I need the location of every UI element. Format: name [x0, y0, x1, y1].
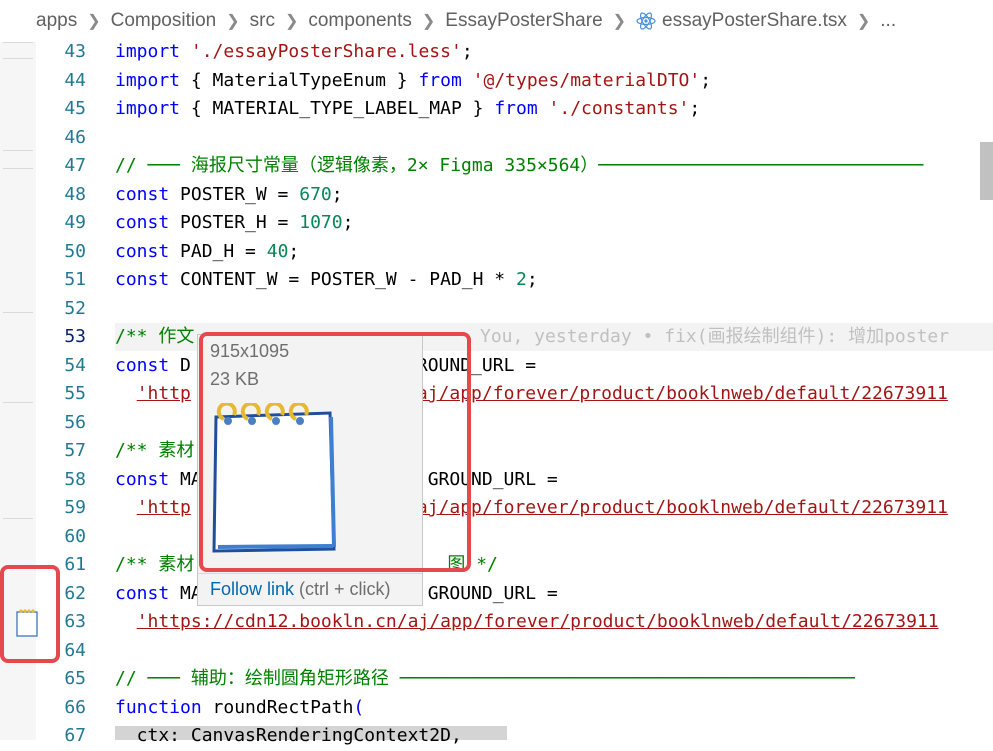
code-line[interactable]: ctx: CanvasRenderingContext2D,	[115, 722, 462, 751]
chevron-right-icon: ❯	[226, 13, 240, 30]
code-url[interactable]: 'https://cdn12.bookln.cn/aj/app/forever/…	[115, 608, 939, 637]
chevron-right-icon: ❯	[284, 13, 299, 30]
line-number: 59	[64, 497, 86, 518]
git-blame-annotation: You, yesterday • fix(画报绘制组件): 增加poster	[480, 326, 950, 347]
code-line[interactable]: const PAD_H = 40;	[115, 238, 299, 267]
follow-link[interactable]: Follow link	[210, 579, 294, 599]
line-number: 52	[64, 298, 86, 319]
annotation-highlight-box	[0, 565, 60, 663]
line-number: 49	[64, 212, 86, 233]
hover-footer: Follow link (ctrl + click)	[198, 573, 422, 605]
line-number: 46	[64, 127, 86, 148]
breadcrumb-item-essayposter[interactable]: EssayPosterShare	[445, 10, 602, 32]
line-number: 48	[64, 184, 86, 205]
line-number: 65	[64, 668, 86, 689]
line-number: 66	[64, 697, 86, 718]
chevron-right-icon: ❯	[856, 13, 871, 30]
code-comment[interactable]: /** 作文	[115, 323, 194, 352]
breadcrumb-item-components[interactable]: components	[308, 10, 412, 32]
code-line[interactable]: const POSTER_W = 670;	[115, 181, 343, 210]
follow-link-shortcut: (ctrl + click)	[294, 579, 391, 599]
breadcrumb-item-file[interactable]: essayPosterShare.tsx	[662, 10, 847, 32]
code-line[interactable]: import './essayPosterShare.less';	[115, 38, 473, 67]
scrollbar-thumb[interactable]	[980, 142, 993, 200]
line-number: 43	[64, 41, 86, 62]
chevron-right-icon: ❯	[421, 13, 436, 30]
line-number: 54	[64, 355, 86, 376]
code-line[interactable]: const POSTER_H = 1070;	[115, 209, 353, 238]
code-line[interactable]: import { MaterialTypeEnum } from '@/type…	[115, 67, 711, 96]
breadcrumb: apps ❯ Composition ❯ src ❯ components ❯ …	[0, 0, 993, 42]
line-number: 51	[64, 269, 86, 290]
line-number: 67	[64, 725, 86, 746]
line-number: 44	[64, 70, 86, 91]
line-number: 55	[64, 383, 86, 404]
line-number: 56	[64, 412, 86, 433]
annotation-highlight-box	[199, 332, 471, 572]
chevron-right-icon: ❯	[612, 13, 627, 30]
code-comment[interactable]: // ─── 海报尺寸常量（逻辑像素，2× Figma 335×564）────…	[115, 152, 923, 181]
code-line[interactable]: import { MATERIAL_TYPE_LABEL_MAP } from …	[115, 95, 700, 124]
line-number: 58	[64, 469, 86, 490]
breadcrumb-item-composition[interactable]: Composition	[111, 10, 217, 32]
line-number: 45	[64, 98, 86, 119]
line-number: 47	[64, 155, 86, 176]
code-line[interactable]: const CONTENT_W = POSTER_W - PAD_H * 2;	[115, 266, 538, 295]
line-number: 60	[64, 526, 86, 547]
code-comment[interactable]: // ─── 辅助：绘制圆角矩形路径 ─────────────────────…	[115, 665, 855, 694]
breadcrumb-ellipsis[interactable]: ...	[880, 10, 896, 32]
code-line[interactable]: function roundRectPath(	[115, 694, 364, 723]
breadcrumb-item-src[interactable]: src	[250, 10, 275, 32]
line-number: 50	[64, 241, 86, 262]
react-icon	[636, 12, 656, 30]
breadcrumb-item-apps[interactable]: apps	[36, 10, 77, 32]
line-number: 57	[64, 440, 86, 461]
chevron-right-icon: ❯	[87, 13, 101, 30]
line-number-current: 53	[64, 326, 86, 347]
code-comment[interactable]: /** 素材	[115, 437, 194, 466]
